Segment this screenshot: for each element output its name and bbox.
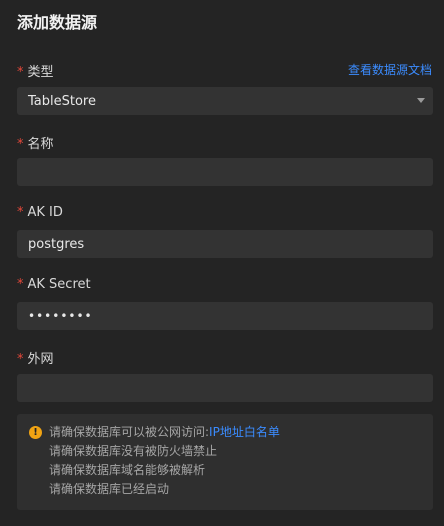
type-label: * 类型 bbox=[17, 61, 54, 80]
ak-secret-label: * AK Secret bbox=[17, 277, 91, 292]
name-label: * 名称 bbox=[17, 133, 54, 152]
ak-id-label-text: AK ID bbox=[27, 205, 63, 220]
type-select-value: TableStore bbox=[28, 93, 96, 109]
dialog-title: 添加数据源 bbox=[17, 13, 98, 32]
type-select[interactable]: TableStore bbox=[17, 87, 433, 115]
view-docs-link[interactable]: 查看数据源文档 bbox=[348, 61, 432, 78]
notice-line-dns: 请确保数据库域名能够被解析 bbox=[49, 463, 206, 477]
notice-line-firewall: 请确保数据库没有被防火墙禁止 bbox=[49, 444, 218, 458]
required-mark: * bbox=[17, 137, 24, 152]
password-mask: •••••••• bbox=[28, 309, 93, 323]
ip-whitelist-link[interactable]: IP地址白名单 bbox=[209, 425, 280, 439]
required-mark: * bbox=[17, 205, 24, 220]
type-label-text: 类型 bbox=[27, 65, 54, 80]
external-network-label: * 外网 bbox=[17, 348, 54, 367]
external-network-input[interactable] bbox=[17, 374, 433, 402]
chevron-down-icon bbox=[417, 98, 425, 103]
info-icon: ! bbox=[29, 426, 42, 439]
required-mark: * bbox=[17, 65, 24, 80]
ak-secret-label-text: AK Secret bbox=[27, 277, 91, 292]
notice-line-1-text: 请确保数据库可以被公网访问: bbox=[49, 425, 210, 439]
ak-id-label: * AK ID bbox=[17, 205, 63, 220]
ak-secret-input[interactable]: •••••••• bbox=[17, 302, 433, 330]
connectivity-notice: ! 请确保数据库可以被公网访问:IP地址白名单 请确保数据库没有被防火墙禁止 请… bbox=[17, 414, 433, 510]
required-mark: * bbox=[17, 277, 24, 292]
notice-line-started: 请确保数据库已经启动 bbox=[49, 482, 170, 496]
ak-id-input[interactable]: postgres bbox=[17, 230, 433, 258]
notice-line-public-access: ! 请确保数据库可以被公网访问:IP地址白名单 bbox=[29, 423, 433, 442]
name-input[interactable] bbox=[17, 158, 433, 186]
required-mark: * bbox=[17, 352, 24, 367]
external-network-label-text: 外网 bbox=[27, 352, 54, 367]
name-label-text: 名称 bbox=[27, 137, 54, 152]
